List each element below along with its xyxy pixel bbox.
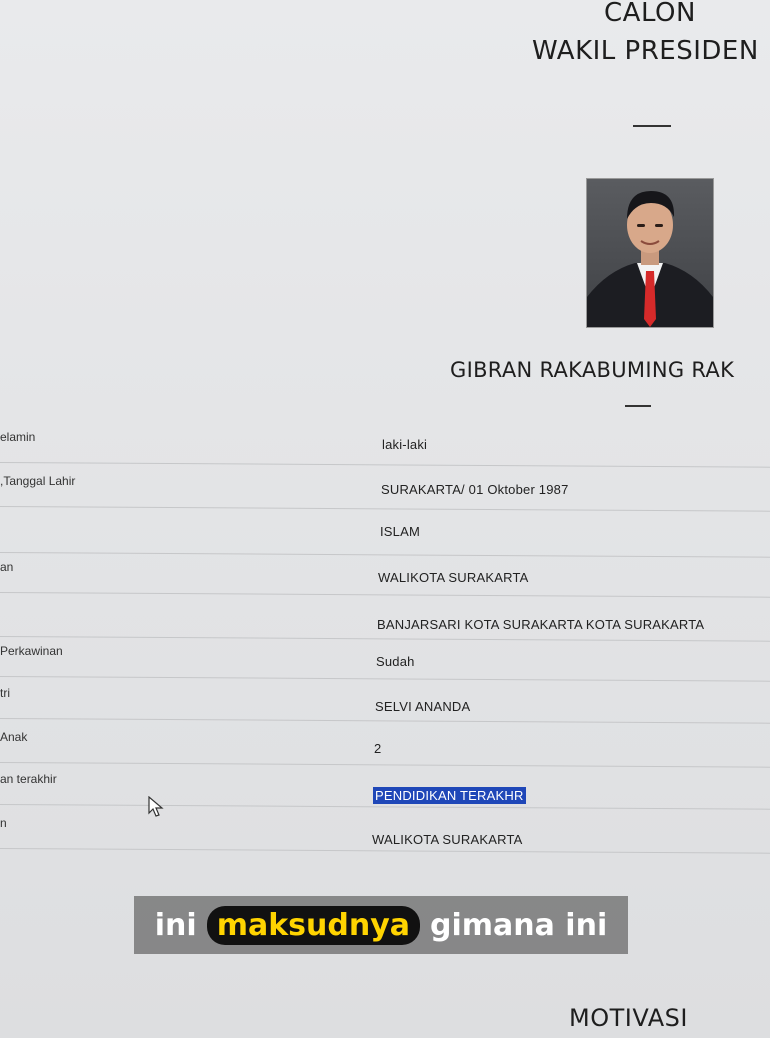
next-section-title: MOTIVASI — [569, 1004, 688, 1032]
row-divider — [0, 762, 770, 768]
row-divider — [0, 592, 770, 598]
row-divider — [0, 804, 770, 810]
row-divider — [0, 636, 770, 642]
video-caption: ini maksudnya gimana ini — [134, 896, 628, 954]
profile-row-value: 2 — [374, 741, 382, 756]
title-divider — [633, 125, 671, 127]
profile-row-label: n — [0, 816, 7, 830]
profile-row-value: laki-laki — [382, 437, 428, 452]
mouse-pointer-icon — [148, 796, 164, 817]
profile-row-label: ,Tanggal Lahir — [0, 474, 76, 488]
row-divider — [0, 506, 770, 512]
caption-highlight: maksudnya — [206, 905, 420, 945]
profile-row-value: WALIKOTA SURAKARTA — [372, 832, 523, 847]
profile-row-value: ISLAM — [380, 524, 421, 539]
row-divider — [0, 462, 770, 468]
row-divider — [0, 718, 770, 724]
profile-row-label: elamin — [0, 430, 36, 444]
profile-row-value: SELVI ANANDA — [375, 699, 471, 714]
profile-row-value: Sudah — [376, 654, 415, 669]
profile-row-value: SURAKARTA/ 01 Oktober 1987 — [381, 482, 569, 497]
row-divider — [0, 848, 770, 854]
caption-text-1: ini — [154, 907, 197, 943]
row-divider — [0, 552, 770, 558]
profile-row-value: BANJARSARI KOTA SURAKARTA KOTA SURAKARTA — [377, 617, 705, 632]
name-divider — [625, 405, 651, 407]
row-divider — [0, 676, 770, 682]
profile-row-label: Anak — [0, 730, 28, 744]
profile-row-label: tri — [0, 686, 10, 700]
section-title-line2: WAKIL PRESIDEN — [532, 36, 759, 66]
profile-row-label: Perkawinan — [0, 644, 63, 658]
profile-row-value: WALIKOTA SURAKARTA — [378, 570, 529, 585]
caption-text-2: gimana ini — [430, 907, 608, 943]
selected-text: PENDIDIKAN TERAKHR — [373, 787, 526, 804]
candidate-photo — [586, 178, 714, 328]
profile-row-value: PENDIDIKAN TERAKHR — [373, 787, 526, 804]
profile-row-label: an terakhir — [0, 772, 57, 786]
profile-row-label: an — [0, 560, 14, 574]
section-title-line1: CALON — [604, 0, 696, 28]
candidate-name: GIBRAN RAKABUMING RAK — [450, 358, 735, 382]
